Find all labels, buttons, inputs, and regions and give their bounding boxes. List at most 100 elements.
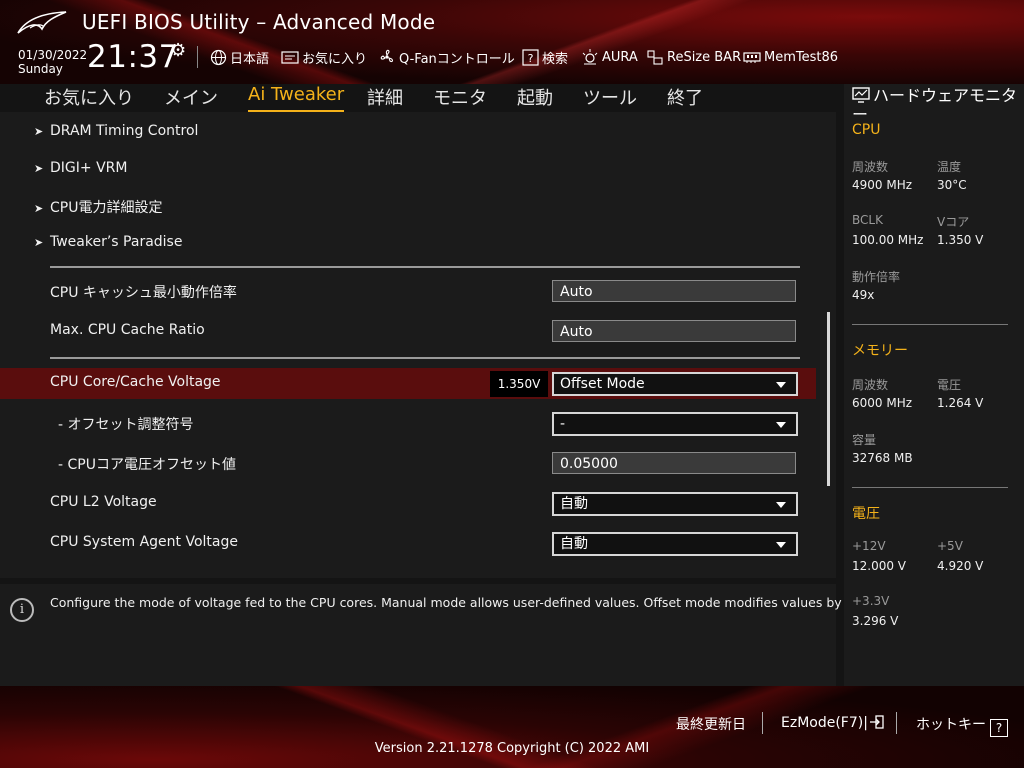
gear-icon[interactable]: ⚙	[170, 40, 186, 61]
divider	[50, 357, 800, 359]
cpu-section-title: CPU	[852, 122, 881, 138]
date-display: 01/30/2022 Sunday	[18, 48, 87, 76]
memtest-icon	[743, 51, 761, 64]
chevron-down-icon	[776, 502, 786, 508]
cpu-l2-voltage-dropdown[interactable]: 自動	[552, 492, 798, 516]
dropdown-value: 自動	[560, 536, 588, 552]
max-cpu-cache-ratio-field[interactable]: Auto	[552, 320, 796, 342]
mem-volt-value: 1.264 V	[937, 396, 984, 410]
svg-text:?: ?	[528, 52, 534, 65]
memtest-button[interactable]: MemTest86	[743, 47, 838, 67]
submenu-digi-vrm[interactable]: ➤ DIGI+ VRM	[34, 160, 127, 176]
main-nav: お気に入り メイン Ai Tweaker 詳細 モニタ 起動 ツール 終了	[0, 84, 836, 112]
submenu-label: CPU電力詳細設定	[50, 200, 163, 216]
tab-main[interactable]: メイン	[164, 84, 218, 110]
cpu-core-voltage-dropdown[interactable]: Offset Mode	[552, 372, 798, 396]
resize-bar-button[interactable]: ReSize BAR	[646, 47, 741, 67]
favorites-button[interactable]: お気に入り	[281, 47, 367, 67]
cpu-freq-label: 周波数	[852, 160, 889, 174]
arrow-right-icon: ➤	[34, 162, 44, 175]
tab-ai-tweaker[interactable]: Ai Tweaker	[248, 84, 345, 112]
chevron-down-icon	[776, 422, 786, 428]
monitor-icon	[852, 87, 870, 103]
scrollbar-thumb[interactable]	[827, 312, 830, 486]
ratio-label: 動作倍率	[852, 270, 901, 284]
voltage-section-title: 電圧	[852, 506, 880, 522]
tab-tool[interactable]: ツール	[583, 84, 637, 110]
help-panel: i Configure the mode of voltage fed to t…	[0, 584, 879, 686]
bclk-value: 100.00 MHz	[852, 233, 924, 247]
tab-advanced[interactable]: 詳細	[367, 84, 403, 110]
footer-divider	[762, 712, 763, 734]
divider	[852, 487, 1008, 488]
aura-icon	[581, 48, 599, 66]
submenu-dram-timing[interactable]: ➤ DRAM Timing Control	[34, 123, 198, 139]
chevron-down-icon	[776, 382, 786, 388]
aura-label: AURA	[602, 49, 638, 65]
bclk-label: BCLK	[852, 213, 883, 227]
tab-monitor[interactable]: モニタ	[433, 84, 487, 110]
day-text: Sunday	[18, 62, 63, 76]
dropdown-value: 自動	[560, 496, 588, 512]
cpu-core-offset-field[interactable]: 0.05000	[552, 452, 796, 474]
voltage-readout-badge: 1.350V	[490, 371, 548, 397]
search-button[interactable]: ? 検索	[522, 47, 568, 67]
rog-logo-icon	[17, 11, 67, 34]
search-label: 検索	[542, 51, 569, 67]
arrow-right-icon: ➤	[34, 236, 44, 249]
info-icon: i	[10, 598, 34, 622]
tab-favorites[interactable]: お気に入り	[44, 84, 134, 110]
mem-volt-label: 電圧	[937, 378, 962, 392]
mem-cap-value: 32768 MB	[852, 451, 913, 465]
hardware-monitor-panel: ハードウェアモニター CPU 周波数 温度 4900 MHz 30°C BCLK…	[844, 84, 1024, 686]
cpu-sa-voltage-dropdown[interactable]: 自動	[552, 532, 798, 556]
cpu-cache-min-ratio-field[interactable]: Auto	[552, 280, 796, 302]
header-divider	[197, 46, 198, 68]
divider	[50, 266, 800, 268]
cpu-temp-value: 30°C	[937, 178, 967, 192]
v12-label: +12V	[852, 539, 886, 553]
ratio-value: 49x	[852, 288, 875, 302]
tab-boot[interactable]: 起動	[517, 84, 553, 110]
submenu-tweakers-paradise[interactable]: ➤ Tweaker’s Paradise	[34, 234, 182, 250]
app-title: UEFI BIOS Utility – Advanced Mode	[82, 10, 436, 34]
help-key-icon: ?	[990, 719, 1008, 737]
language-button[interactable]: 日本語	[210, 47, 269, 67]
arrow-right-icon: ➤	[34, 125, 44, 138]
mem-freq-value: 6000 MHz	[852, 396, 913, 410]
submenu-label: DRAM Timing Control	[50, 123, 199, 139]
submenu-cpu-power[interactable]: ➤ CPU電力詳細設定	[34, 197, 162, 217]
cpu-temp-label: 温度	[937, 160, 962, 174]
resize-bar-icon	[646, 49, 664, 66]
setting-label: CPU System Agent Voltage	[50, 534, 238, 550]
memory-section-title: メモリー	[852, 343, 908, 359]
vcore-label: Vコア	[937, 215, 970, 229]
qfan-button[interactable]: Q-Fanコントロール	[378, 47, 515, 67]
aura-button[interactable]: AURA	[581, 47, 638, 67]
tab-exit[interactable]: 終了	[667, 84, 703, 110]
last-modified-button[interactable]: 最終更新日	[676, 714, 746, 734]
vcore-value: 1.350 V	[937, 233, 984, 247]
v33-value: 3.296 V	[852, 614, 899, 628]
globe-icon	[210, 49, 227, 66]
dropdown-value: Offset Mode	[560, 376, 645, 392]
footer-divider	[896, 712, 897, 734]
v33-label: +3.3V	[852, 594, 890, 608]
qfan-label: Q-Fanコントロール	[399, 51, 515, 67]
ezmode-button[interactable]: EzMode(F7)|	[781, 714, 885, 731]
hotkeys-button[interactable]: ホットキー?	[916, 714, 1008, 737]
resize-bar-label: ReSize BAR	[667, 49, 742, 65]
settings-panel: ➤ DRAM Timing Control ➤ DIGI+ VRM ➤ CPU電力詳細…	[0, 112, 836, 578]
help-text: Configure the mode of voltage fed to the…	[50, 595, 880, 610]
setting-label: - オフセット調整符号	[58, 417, 194, 433]
submenu-label: DIGI+ VRM	[50, 160, 128, 176]
v12-value: 12.000 V	[852, 559, 907, 573]
setting-label: CPU キャッシュ最小動作倍率	[50, 285, 237, 301]
arrow-right-icon: ➤	[34, 202, 44, 215]
setting-label: Max. CPU Cache Ratio	[50, 322, 205, 338]
header-bar: UEFI BIOS Utility – Advanced Mode 01/30/…	[0, 0, 1024, 84]
offset-sign-dropdown[interactable]: -	[552, 412, 798, 436]
exit-arrow-icon	[869, 715, 884, 729]
setting-label: CPU Core/Cache Voltage	[50, 374, 221, 390]
hw-monitor-title-text: ハードウェアモニター	[852, 86, 1018, 124]
